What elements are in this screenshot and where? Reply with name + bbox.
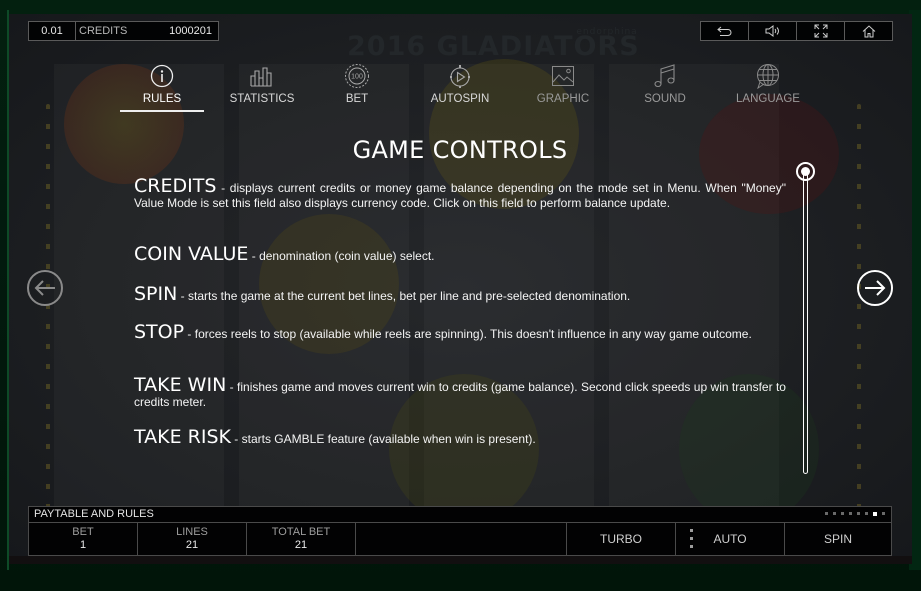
spin-label: SPIN: [823, 531, 852, 546]
back-button[interactable]: [701, 22, 749, 40]
lines-value: 21: [185, 539, 199, 551]
home-button[interactable]: [845, 22, 892, 40]
rule-item: STOP - forces reels to stop (available w…: [134, 323, 752, 342]
total-bet-field: TOTAL BET 21: [247, 523, 356, 555]
turbo-label: TURBO: [600, 531, 642, 546]
sound-button[interactable]: [749, 22, 797, 40]
bottom-strip: [9, 556, 912, 564]
turbo-button[interactable]: TURBO: [567, 523, 676, 555]
tab-sound[interactable]: SOUND: [640, 62, 690, 112]
tab-graphic-label: GRAPHIC: [536, 93, 590, 105]
bet-value: 1: [79, 539, 87, 551]
bet-controls: BET 1 LINES 21 TOTAL BET 21 TURBO AUTO S…: [29, 523, 891, 555]
rule-term: TAKE WIN: [134, 374, 227, 396]
credits-value[interactable]: 1000201: [169, 22, 218, 40]
speaker-icon: [765, 25, 779, 37]
tab-language[interactable]: LANGUAGE: [730, 62, 806, 112]
tab-graphic[interactable]: GRAPHIC: [535, 62, 591, 112]
music-note-icon: [654, 64, 675, 88]
rule-text: - finishes game and moves current win to…: [134, 380, 786, 409]
rule-item: COIN VALUE - denomination (coin value) s…: [134, 245, 435, 264]
decorative-dots: [46, 104, 50, 524]
tab-language-label: LANGUAGE: [736, 93, 800, 105]
arrow-right-icon: [865, 280, 886, 296]
total-bet-value: 21: [294, 539, 308, 551]
rule-term: SPIN: [134, 283, 178, 305]
bottom-bar: PAYTABLE AND RULES BET 1 LINES 21 TOTAL …: [28, 506, 892, 556]
page-dot[interactable]: [865, 512, 868, 515]
tab-statistics[interactable]: STATISTICS: [226, 62, 298, 112]
info-strip: PAYTABLE AND RULES: [29, 507, 891, 523]
rule-text: - denomination (coin value) select.: [248, 249, 435, 263]
prev-page-button[interactable]: [27, 270, 63, 306]
tab-statistics-label: STATISTICS: [229, 93, 295, 105]
rule-text: - forces reels to stop (available while …: [184, 327, 752, 341]
rule-term: TAKE RISK: [134, 426, 231, 448]
credits-label: CREDITS: [79, 25, 128, 37]
auto-label: AUTO: [713, 531, 747, 546]
chip-text: 100: [351, 74, 363, 81]
lines-label: LINES: [176, 526, 208, 538]
rule-text: - starts GAMBLE feature (available when …: [230, 432, 536, 446]
back-arrow-icon: [716, 26, 731, 36]
page-dot[interactable]: [882, 512, 885, 515]
rule-item: SPIN - starts the game at the current be…: [134, 285, 631, 304]
top-controls: [700, 21, 893, 41]
rule-item: TAKE WIN - finishes game and moves curre…: [134, 376, 786, 410]
autospin-icon: [450, 65, 470, 88]
page-dot[interactable]: [825, 512, 828, 515]
tab-rules-label: RULES: [142, 93, 182, 105]
info-icon: [150, 64, 174, 88]
tab-bet-label: BET: [345, 93, 369, 105]
rule-term: STOP: [134, 321, 185, 343]
arrow-left-icon: [34, 280, 55, 296]
tab-autospin-label: AUTOSPIN: [430, 93, 490, 105]
active-tab-underline: [120, 110, 204, 112]
page-dot[interactable]: [833, 512, 836, 515]
page-dot[interactable]: [849, 512, 852, 515]
rules-content: GAME CONTROLS CREDITS - displays current…: [134, 136, 786, 447]
fullscreen-icon: [814, 24, 827, 38]
spin-button[interactable]: SPIN: [785, 523, 891, 555]
coin-value[interactable]: 0.01: [29, 22, 76, 40]
rule-term: CREDITS: [134, 175, 217, 197]
game-logo: 2016 GLADIATORS endorphina: [347, 27, 640, 62]
rule-text: - starts the game at the current bet lin…: [177, 289, 631, 303]
decorative-dots: [857, 104, 861, 524]
lines-field[interactable]: LINES 21: [138, 523, 247, 555]
page-dot[interactable]: [857, 512, 860, 515]
chip-100-icon: 100: [345, 64, 369, 88]
rule-item: CREDITS - displays current credits or mo…: [134, 177, 786, 211]
win-field: [356, 523, 567, 555]
tab-bet[interactable]: 100 BET: [336, 62, 378, 112]
scrollbar-track[interactable]: [803, 172, 808, 474]
globe-icon: [757, 64, 779, 89]
next-page-button[interactable]: [857, 270, 893, 306]
credits-display[interactable]: 0.01 CREDITS 1000201: [28, 21, 219, 41]
rule-term: COIN VALUE: [134, 243, 249, 265]
page-dot[interactable]: [841, 512, 844, 515]
fullscreen-button[interactable]: [797, 22, 845, 40]
bet-label: BET: [72, 526, 94, 538]
section-title: PAYTABLE AND RULES: [34, 508, 154, 520]
bet-field[interactable]: BET 1: [29, 523, 138, 555]
settings-menu: RULES STATISTICS 100 BET AUTOSPIN GRAPHI…: [110, 62, 810, 114]
total-bet-label: TOTAL BET: [271, 526, 331, 538]
tab-sound-label: SOUND: [644, 93, 686, 105]
image-icon: [552, 66, 574, 86]
rule-text: - displays current credits or money game…: [134, 181, 786, 210]
page-dot-active[interactable]: [873, 511, 877, 516]
page-title: GAME CONTROLS: [352, 136, 568, 164]
logo-brand: endorphina: [576, 27, 638, 37]
tab-rules[interactable]: RULES: [134, 62, 190, 112]
more-options-icon[interactable]: [690, 529, 693, 548]
rule-item: TAKE RISK - starts GAMBLE feature (avail…: [134, 428, 536, 447]
bar-chart-icon: [250, 67, 272, 87]
scrollbar-thumb[interactable]: [796, 162, 815, 181]
page-indicator: [825, 511, 885, 516]
auto-button[interactable]: AUTO: [676, 523, 785, 555]
tab-autospin[interactable]: AUTOSPIN: [428, 62, 492, 112]
home-icon: [862, 24, 875, 37]
